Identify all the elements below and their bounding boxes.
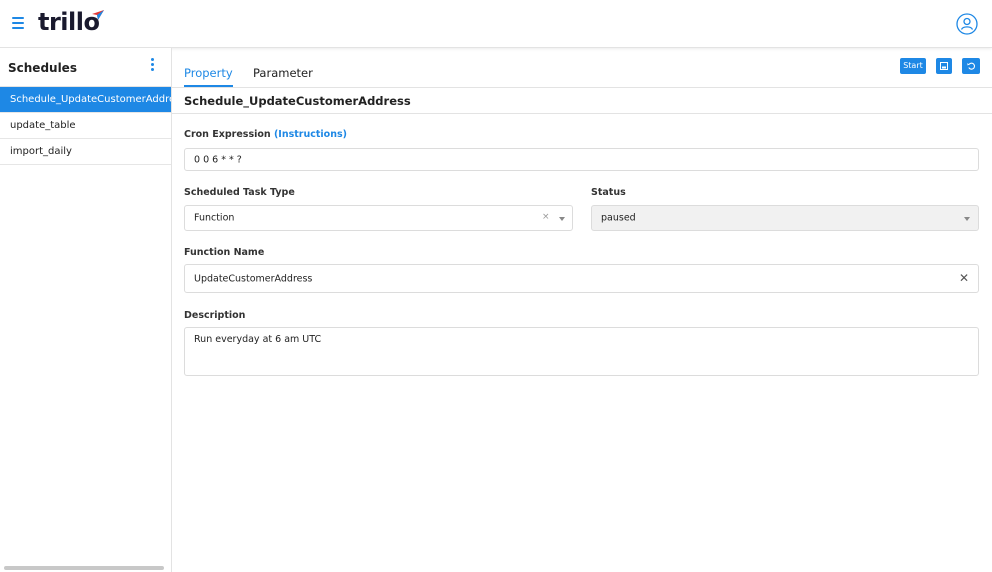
- instructions-link[interactable]: (Instructions): [274, 129, 347, 140]
- sidebar: Schedules Schedule_UpdateCustomerAddress…: [0, 48, 172, 572]
- main-panel: Property Parameter Start Schedule_Update…: [172, 48, 992, 572]
- tab-property[interactable]: Property: [184, 66, 233, 80]
- hamburger-icon[interactable]: [12, 17, 24, 29]
- user-avatar-icon[interactable]: [956, 13, 978, 35]
- divider: [172, 113, 992, 114]
- cron-expression-label: Cron Expression (Instructions): [184, 129, 347, 140]
- task-type-value: Function: [194, 212, 235, 224]
- logo-mark-icon: [92, 10, 104, 20]
- function-name-value: UpdateCustomerAddress: [194, 273, 313, 284]
- sidebar-item-update-table[interactable]: update_table: [0, 113, 171, 139]
- chevron-down-icon[interactable]: [964, 217, 970, 221]
- tab-parameter[interactable]: Parameter: [253, 66, 313, 80]
- description-label: Description: [184, 310, 246, 321]
- active-tab-indicator: [184, 85, 233, 87]
- cron-label-text: Cron Expression: [184, 129, 271, 140]
- sidebar-item-import-daily[interactable]: import_daily: [0, 139, 171, 165]
- task-type-label: Scheduled Task Type: [184, 187, 295, 198]
- function-name-input[interactable]: UpdateCustomerAddress ✕: [184, 264, 979, 293]
- more-options-icon[interactable]: [149, 58, 155, 74]
- function-name-label: Function Name: [184, 247, 265, 258]
- cron-expression-input[interactable]: 0 0 6 * * ?: [184, 148, 979, 171]
- status-label: Status: [591, 187, 626, 198]
- start-button[interactable]: Start: [900, 58, 926, 74]
- refresh-button[interactable]: [962, 58, 980, 74]
- cron-expression-value: 0 0 6 * * ?: [194, 154, 242, 165]
- refresh-icon: [966, 62, 975, 70]
- schedule-name-title: Schedule_UpdateCustomerAddress: [184, 94, 411, 108]
- save-button[interactable]: [936, 58, 952, 74]
- chevron-down-icon[interactable]: [559, 217, 565, 221]
- tab-bar: Property Parameter Start: [172, 48, 992, 88]
- sidebar-title: Schedules: [8, 61, 77, 75]
- description-textarea[interactable]: Run everyday at 6 am UTC: [184, 327, 979, 376]
- status-select[interactable]: paused: [591, 205, 979, 231]
- save-icon: [940, 62, 948, 70]
- close-icon[interactable]: ✕: [959, 271, 969, 285]
- task-type-select[interactable]: Function ×: [184, 205, 573, 231]
- sidebar-header: Schedules: [0, 48, 171, 87]
- logo-text: trillo: [38, 8, 100, 36]
- task-type-clear-icon[interactable]: ×: [542, 212, 550, 222]
- top-bar: trillo: [0, 0, 992, 48]
- sidebar-scrollbar[interactable]: [4, 566, 164, 570]
- sidebar-item-schedule-updatecustomeraddress[interactable]: Schedule_UpdateCustomerAddress: [0, 87, 171, 113]
- status-value: paused: [601, 212, 636, 224]
